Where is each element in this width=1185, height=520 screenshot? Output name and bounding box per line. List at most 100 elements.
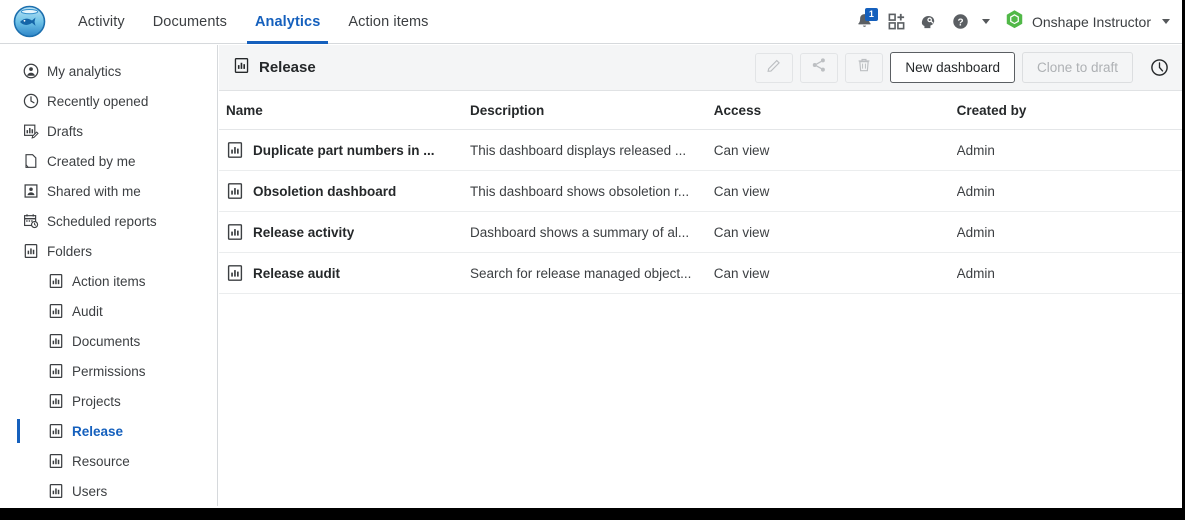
- cell-name: Release activity: [219, 211, 470, 253]
- main-nav-tabs: Activity Documents Analytics Action item…: [64, 0, 443, 44]
- sidebar-item-release[interactable]: Release: [0, 416, 217, 446]
- user-menu[interactable]: Onshape Instructor: [1004, 9, 1174, 35]
- top-navigation-bar: Activity Documents Analytics Action item…: [0, 0, 1182, 44]
- sidebar-item-users[interactable]: Users: [0, 476, 217, 506]
- sidebar-item-label: Release: [72, 423, 124, 439]
- content-header-toolbar: Release New dashboard Clone to draft: [219, 45, 1182, 91]
- history-clock-icon[interactable]: [1144, 53, 1174, 83]
- header-action-buttons: New dashboard Clone to draft: [755, 52, 1174, 83]
- nav-tab-documents[interactable]: Documents: [139, 0, 241, 44]
- sidebar-item-label: Action items: [72, 273, 146, 289]
- cell-access: Can view: [713, 211, 957, 253]
- sidebar-item-documents[interactable]: Documents: [0, 326, 217, 356]
- learning-center-brain-icon[interactable]: [914, 7, 944, 37]
- sidebar-item-label: Documents: [72, 333, 141, 349]
- sidebar-item-drafts[interactable]: Drafts: [0, 116, 217, 146]
- edit-button: [755, 52, 794, 83]
- topbar-right-controls: 1 ? Onshape Instructor: [850, 7, 1182, 37]
- page-title-label: Release: [259, 59, 316, 76]
- sidebar-item-label: Recently opened: [47, 93, 149, 109]
- nav-tab-label: Documents: [152, 13, 227, 30]
- sidebar-item-label: Projects: [72, 393, 121, 409]
- sidebar-item-label: Permissions: [72, 363, 146, 379]
- dashboard-chart-icon: [47, 453, 64, 470]
- dashboard-chart-icon: [47, 423, 64, 440]
- table-header: Name Description Access Created by: [219, 91, 1182, 130]
- description-text: Dashboard shows a summary of al...: [469, 224, 690, 240]
- dashboard-chart-icon: [226, 182, 244, 200]
- cell-access: Can view: [713, 129, 957, 171]
- nav-tab-analytics[interactable]: Analytics: [241, 0, 334, 44]
- sidebar-item-created-by-me[interactable]: Created by me: [0, 146, 217, 176]
- cell-description: This dashboard displays released ...: [469, 129, 714, 171]
- calendar-clock-icon: [22, 213, 39, 230]
- dashboard-chart-icon: [226, 264, 244, 282]
- sidebar-item-folders[interactable]: Folders: [0, 236, 217, 266]
- table-row[interactable]: Release activity Dashboard shows a summa…: [219, 211, 1182, 253]
- sidebar-item-my-analytics[interactable]: My analytics: [0, 56, 217, 86]
- dashboard-chart-icon: [47, 273, 64, 290]
- sidebar-item-projects[interactable]: Projects: [0, 386, 217, 416]
- cell-created-by: Admin: [956, 129, 1182, 171]
- nav-tab-action-items[interactable]: Action items: [334, 0, 442, 44]
- dashboard-chart-icon: [47, 303, 64, 320]
- sidebar-item-shared-with-me[interactable]: Shared with me: [0, 176, 217, 206]
- dashboard-content-area: Release New dashboard Clone to draft Nam…: [219, 45, 1182, 506]
- sidebar-item-scheduled-reports[interactable]: Scheduled reports: [0, 206, 217, 236]
- column-header-description[interactable]: Description: [469, 91, 714, 130]
- dashboards-table: Name Description Access Created by Dupli…: [219, 91, 1182, 294]
- cell-access: Can view: [713, 252, 957, 294]
- sidebar-item-permissions[interactable]: Permissions: [0, 356, 217, 386]
- draft-chart-pencil-icon: [22, 123, 39, 140]
- document-page-icon: [22, 153, 39, 170]
- app-store-grid-plus-icon[interactable]: [882, 7, 912, 37]
- help-question-icon[interactable]: ?: [946, 7, 976, 37]
- clone-to-draft-button: Clone to draft: [1021, 52, 1133, 83]
- notifications-bell-icon[interactable]: 1: [850, 7, 880, 37]
- column-header-created-by[interactable]: Created by: [956, 91, 1182, 130]
- nav-tab-label: Analytics: [254, 13, 321, 30]
- sidebar-item-label: Shared with me: [47, 183, 141, 199]
- sidebar-item-label: Users: [72, 483, 108, 499]
- dashboard-name-link[interactable]: Release audit: [253, 266, 340, 281]
- dashboard-chart-icon: [226, 141, 244, 159]
- cell-name: Obsoletion dashboard: [219, 170, 470, 212]
- clock-icon: [22, 93, 39, 110]
- table-row[interactable]: Release audit Search for release managed…: [219, 252, 1182, 294]
- table-row[interactable]: Obsoletion dashboard This dashboard show…: [219, 170, 1182, 212]
- help-dropdown-caret-icon[interactable]: [981, 19, 990, 24]
- sidebar-item-label: My analytics: [47, 63, 122, 79]
- svg-text:?: ?: [958, 18, 964, 29]
- cell-name: Release audit: [219, 252, 470, 294]
- sidebar-item-action-items[interactable]: Action items: [0, 266, 217, 296]
- cell-description: Dashboard shows a summary of al...: [469, 211, 714, 253]
- sidebar-item-resource[interactable]: Resource: [0, 446, 217, 476]
- dashboard-name-link[interactable]: Release activity: [253, 225, 354, 240]
- dashboard-name-link[interactable]: Duplicate part numbers in ...: [253, 143, 435, 158]
- sidebar-item-recently-opened[interactable]: Recently opened: [0, 86, 217, 116]
- column-header-name[interactable]: Name: [219, 91, 470, 130]
- dashboard-chart-icon: [226, 223, 244, 241]
- dashboard-chart-icon: [47, 363, 64, 380]
- dashboard-name-link[interactable]: Obsoletion dashboard: [253, 184, 396, 199]
- shared-person-icon: [22, 183, 39, 200]
- user-name-label: Onshape Instructor: [1031, 13, 1151, 30]
- share-button: [800, 52, 839, 83]
- cell-description: This dashboard shows obsoletion r...: [469, 170, 714, 212]
- column-header-access[interactable]: Access: [713, 91, 957, 130]
- fishbowl-logo[interactable]: [6, 0, 52, 44]
- user-dropdown-caret-icon[interactable]: [1162, 19, 1170, 24]
- sidebar-item-label: Audit: [72, 303, 103, 319]
- dashboard-chart-icon: [47, 393, 64, 410]
- cell-description: Search for release managed object...: [469, 252, 714, 294]
- pencil-icon: [766, 57, 782, 78]
- new-dashboard-button[interactable]: New dashboard: [890, 52, 1015, 83]
- sidebar-item-label: Drafts: [47, 123, 84, 139]
- sidebar-item-label: Created by me: [47, 153, 136, 169]
- nav-tab-activity[interactable]: Activity: [64, 0, 139, 44]
- table-row[interactable]: Duplicate part numbers in ... This dashb…: [219, 129, 1182, 171]
- nav-tab-label: Action items: [348, 13, 429, 30]
- page-title: Release: [233, 57, 316, 78]
- share-icon: [811, 57, 827, 78]
- sidebar-item-audit[interactable]: Audit: [0, 296, 217, 326]
